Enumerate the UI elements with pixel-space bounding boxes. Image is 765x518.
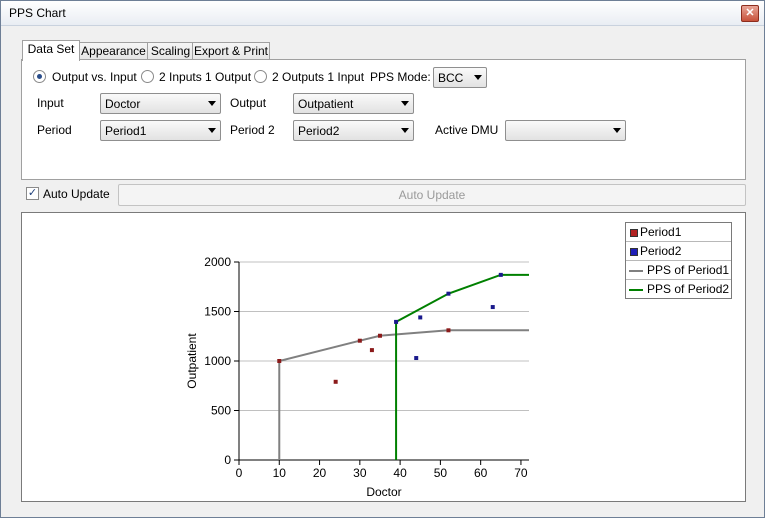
title-bar[interactable]: PPS Chart ✕: [1, 1, 764, 26]
close-icon: ✕: [745, 7, 755, 19]
period2-value: Period2: [298, 124, 340, 138]
data-point-period2: [418, 315, 423, 320]
pps-line-period2: [395, 273, 529, 460]
tab-data-set[interactable]: Data Set: [22, 40, 80, 61]
x-tick-label: 0: [236, 466, 243, 480]
checkmark-icon: ✓: [27, 187, 38, 199]
period-label: Period: [37, 123, 72, 137]
tab-appearance[interactable]: Appearance: [78, 42, 149, 60]
chart-legend: Period1 Period2 PPS of Period1 PPS of Pe…: [625, 222, 732, 299]
pps-line-period1: [278, 329, 529, 460]
legend-item-pps-period1: PPS of Period1: [626, 261, 731, 280]
input-label: Input: [37, 96, 64, 110]
period-select[interactable]: Period1: [100, 120, 221, 141]
data-point-period1: [333, 379, 338, 384]
period2-label: Period 2: [230, 123, 275, 137]
chevron-down-icon: [208, 101, 216, 106]
radio-2-inputs-1-output[interactable]: [141, 70, 154, 83]
x-tick-label: 60: [474, 466, 488, 480]
period2-select[interactable]: Period2: [293, 120, 414, 141]
legend-item-period1: Period1: [626, 223, 731, 242]
output-select[interactable]: Outpatient: [293, 93, 414, 114]
legend-label-period1: Period1: [640, 225, 682, 239]
legend-label-pps-period1: PPS of Period1: [647, 263, 730, 277]
window-title: PPS Chart: [9, 6, 66, 20]
x-tick-label: 20: [313, 466, 327, 480]
data-point-period1: [377, 333, 382, 338]
chevron-down-icon: [401, 128, 409, 133]
legend-swatch-period1: [630, 229, 638, 237]
radio-2-outputs-1-input-label: 2 Outputs 1 Input: [272, 70, 365, 84]
legend-swatch-pps-period1: [629, 270, 643, 272]
data-point-period2: [490, 305, 495, 310]
data-set-panel: Output vs. Input 2 Inputs 1 Output 2 Out…: [21, 59, 746, 180]
active-dmu-select[interactable]: [505, 120, 626, 141]
data-point-period1: [446, 328, 451, 333]
active-dmu-label: Active DMU: [435, 123, 499, 137]
y-tick-label: 0: [224, 453, 231, 467]
radio-output-vs-input-label: Output vs. Input: [52, 70, 137, 84]
chart-area: 0 500 1000 1500 2000 0 10 20 30 40 50 60 70 Doctor Out…: [21, 212, 746, 502]
y-tick-label: 2000: [204, 255, 231, 269]
chevron-down-icon: [401, 101, 409, 106]
legend-label-pps-period2: PPS of Period2: [647, 282, 730, 296]
x-axis-label: Doctor: [366, 485, 401, 499]
x-tick-label: 30: [353, 466, 367, 480]
close-button[interactable]: ✕: [741, 5, 759, 22]
input-value: Doctor: [105, 97, 141, 111]
auto-update-button[interactable]: Auto Update: [118, 184, 746, 206]
legend-item-period2: Period2: [626, 242, 731, 261]
pps-mode-label: PPS Mode:: [370, 70, 431, 84]
y-tick-label: 500: [211, 404, 231, 418]
y-tick-label: 1500: [204, 305, 231, 319]
period-value: Period1: [105, 124, 147, 138]
output-label: Output: [230, 96, 267, 110]
data-point-period2: [414, 356, 419, 361]
x-tick-label: 50: [434, 466, 448, 480]
data-point-period2: [394, 319, 399, 324]
legend-swatch-period2: [630, 248, 638, 256]
data-point-period2: [498, 272, 503, 277]
x-tick-label: 10: [273, 466, 287, 480]
legend-item-pps-period2: PPS of Period2: [626, 280, 731, 298]
pps-chart-window: PPS Chart ✕ Data Set Appearance Scaling …: [0, 0, 765, 518]
radio-output-vs-input[interactable]: [33, 70, 46, 83]
chevron-down-icon: [613, 128, 621, 133]
chevron-down-icon: [208, 128, 216, 133]
tab-export-print[interactable]: Export & Print: [192, 42, 270, 60]
x-tick-label: 40: [393, 466, 407, 480]
auto-update-checkbox[interactable]: ✓: [26, 187, 39, 200]
data-point-period1: [369, 348, 374, 353]
input-select[interactable]: Doctor: [100, 93, 221, 114]
data-point-period1: [277, 359, 282, 363]
y-axis-label: Outpatient: [185, 333, 199, 389]
radio-2-inputs-1-output-label: 2 Inputs 1 Output: [159, 70, 252, 84]
output-value: Outpatient: [298, 97, 354, 111]
chevron-down-icon: [474, 75, 482, 80]
x-tick-label: 70: [514, 466, 528, 480]
pps-mode-select[interactable]: BCC: [433, 67, 487, 88]
legend-label-period2: Period2: [640, 244, 682, 258]
data-point-period1: [357, 338, 362, 343]
y-tick-label: 1000: [204, 354, 231, 368]
tab-scaling[interactable]: Scaling: [147, 42, 194, 60]
legend-swatch-pps-period2: [629, 289, 643, 291]
radio-2-outputs-1-input[interactable]: [254, 70, 267, 83]
data-point-period2: [446, 291, 451, 296]
pps-mode-value: BCC: [438, 71, 464, 85]
auto-update-checkbox-label[interactable]: Auto Update: [43, 187, 110, 201]
